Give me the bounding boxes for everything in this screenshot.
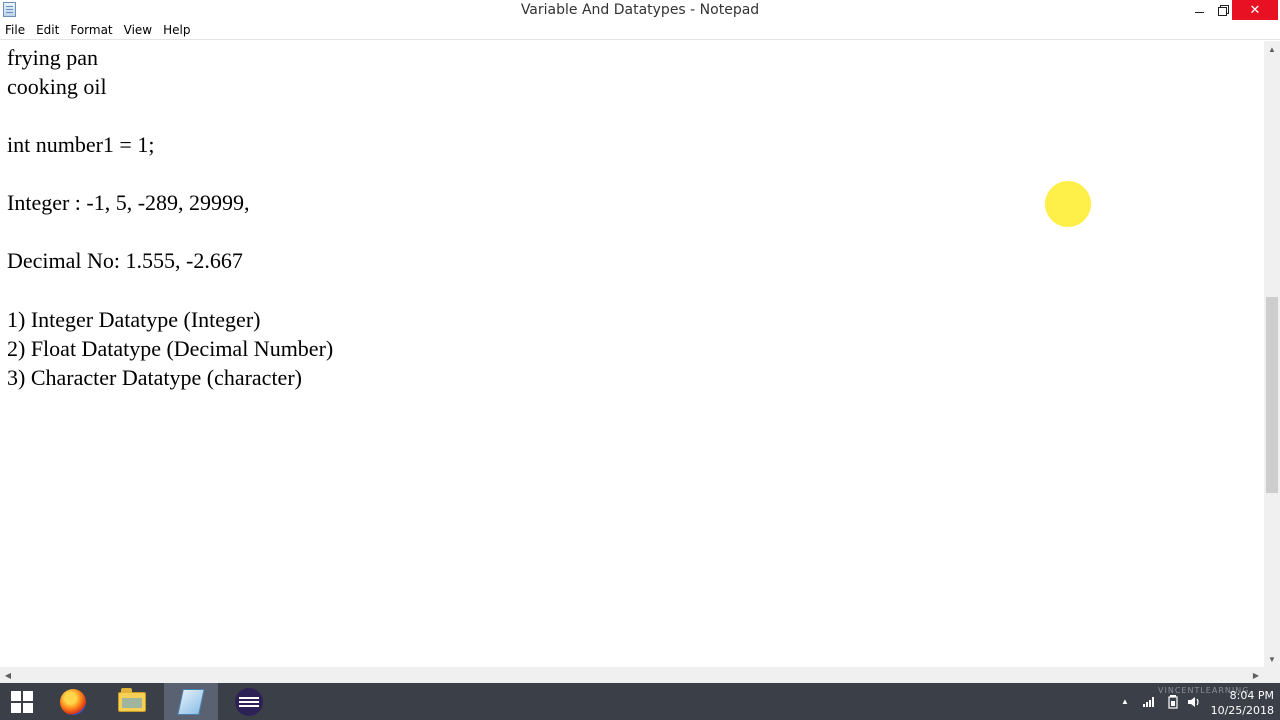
tray-clock[interactable]: 8:04 PM 10/25/2018 (1206, 688, 1274, 718)
text-line: 3) Character Datatype (character) (7, 365, 302, 390)
taskbar-file-explorer[interactable] (105, 683, 159, 720)
network-icon[interactable] (1138, 683, 1160, 720)
text-line: int number1 = 1; (7, 132, 155, 157)
scroll-down-icon[interactable]: ▼ (1264, 651, 1280, 667)
menu-format[interactable]: Format (65, 20, 118, 40)
vertical-scrollbar[interactable]: ▲ ▼ (1264, 41, 1280, 667)
text-line: cooking oil (7, 74, 107, 99)
clock-date: 10/25/2018 (1210, 704, 1274, 717)
file-explorer-icon (118, 687, 146, 712)
scroll-left-icon[interactable]: ◀ (0, 667, 16, 683)
minimize-icon (1194, 11, 1204, 13)
taskbar-notepad[interactable] (164, 683, 218, 720)
scrollbar-corner (1264, 667, 1280, 683)
restore-icon (1218, 5, 1229, 16)
menu-file[interactable]: File (0, 20, 31, 40)
scroll-right-icon[interactable]: ▶ (1248, 667, 1264, 683)
taskbar: ▲ (0, 683, 1280, 720)
text-line: frying pan (7, 45, 99, 70)
clock-time: 8:04 PM (1229, 689, 1274, 702)
menu-help[interactable]: Help (158, 20, 196, 40)
notepad-icon (177, 688, 205, 715)
taskbar-firefox[interactable] (46, 683, 100, 720)
close-icon: ✕ (1249, 2, 1261, 18)
text-line: 2) Float Datatype (Decimal Number) (7, 336, 334, 361)
text-line: 1) Integer Datatype (Integer) (7, 307, 261, 332)
windows-start-icon (11, 690, 33, 713)
tray-overflow-icon[interactable]: ▲ (1116, 683, 1134, 720)
start-button[interactable] (0, 683, 44, 720)
mouse-cursor-highlight (1045, 181, 1091, 227)
menu-edit[interactable]: Edit (31, 20, 65, 40)
title-bar[interactable]: Variable And Datatypes - Notepad ✕ (0, 0, 1280, 20)
window-title: Variable And Datatypes - Notepad (520, 2, 760, 18)
eclipse-icon (235, 687, 263, 716)
vertical-scroll-thumb[interactable] (1266, 297, 1278, 493)
menu-view[interactable]: View (119, 20, 158, 40)
horizontal-scrollbar[interactable]: ◀ ▶ (0, 667, 1264, 683)
menu-bar: File Edit Format View Help (0, 20, 1280, 40)
text-editor[interactable]: frying pan cooking oil int number1 = 1; … (0, 41, 1264, 667)
firefox-icon (60, 688, 86, 715)
taskbar-eclipse[interactable] (222, 683, 276, 720)
scroll-up-icon[interactable]: ▲ (1264, 41, 1280, 57)
text-line: Integer : -1, 5, -289, 29999, (7, 190, 250, 215)
text-line: Decimal No: 1.555, -2.667 (7, 248, 243, 273)
minimize-button[interactable] (1186, 0, 1212, 20)
close-button[interactable]: ✕ (1232, 0, 1278, 20)
